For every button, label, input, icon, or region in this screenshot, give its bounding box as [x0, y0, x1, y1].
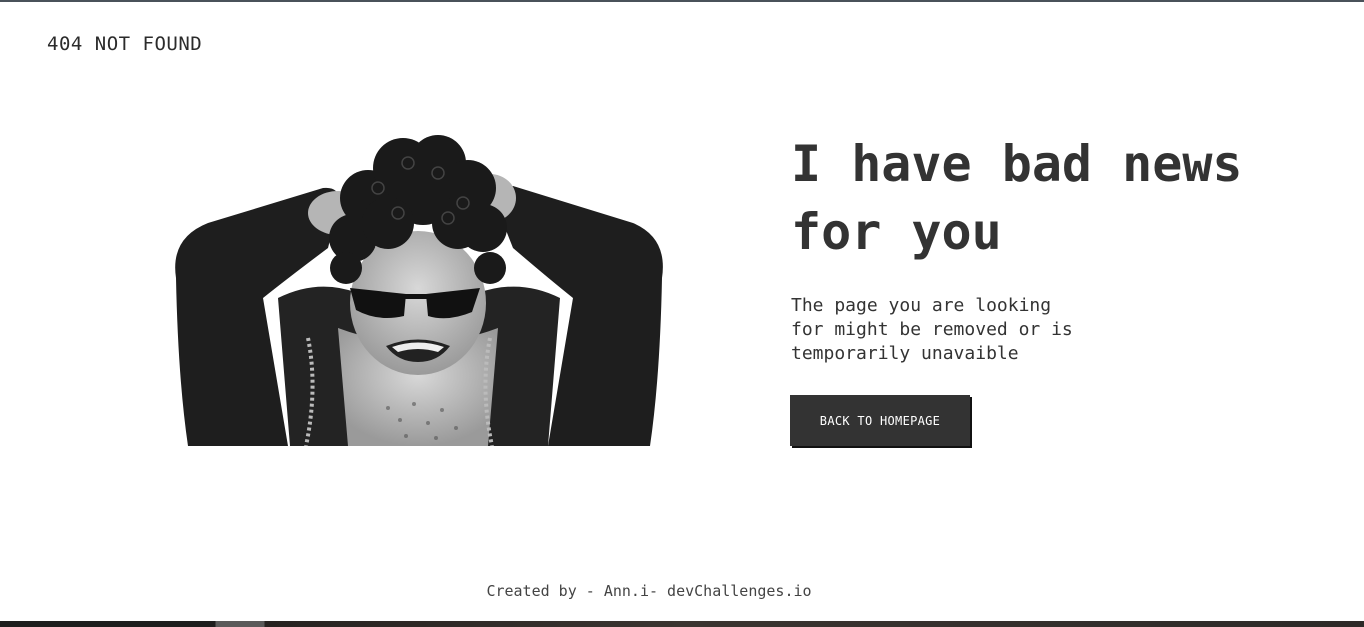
brand-logo[interactable]: 404 NOT FOUND: [47, 33, 202, 55]
bottom-strip: [0, 621, 1364, 627]
footer-credit: Created by - Ann.i- devChallenges.io: [486, 582, 812, 600]
back-to-homepage-button[interactable]: BACK TO HOMEPAGE: [790, 395, 970, 446]
page-headline: I have bad news for you: [791, 135, 1243, 261]
stressed-man-illustration: [168, 128, 670, 446]
top-border: [0, 0, 1364, 2]
error-message: The page you are looking for might be re…: [791, 295, 1073, 364]
